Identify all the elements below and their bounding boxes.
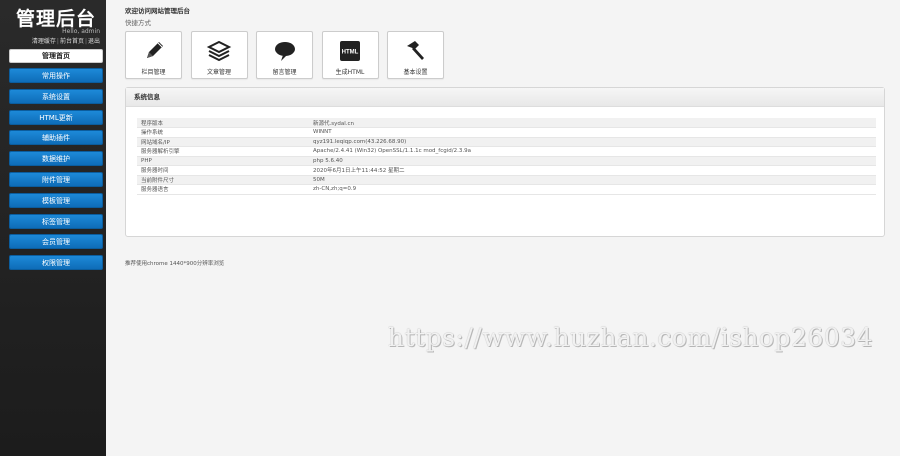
menu-item-common[interactable]: 常用操作 <box>9 68 103 83</box>
panel-title: 系统信息 <box>126 88 884 107</box>
quick-links: 栏目管理 文章管理 留言管理 HTML 生成HTML 基本设置 <box>125 31 453 79</box>
tile-label: 生成HTML <box>335 69 365 76</box>
sidebar: 管理后台 Hello, admin 清理缓存|前台首页|退出 管理首页 常用操作… <box>0 0 106 456</box>
tile-label: 栏目管理 <box>141 69 166 76</box>
menu-item-attachments[interactable]: 附件管理 <box>9 171 103 187</box>
tile-generate-html[interactable]: HTML 生成HTML <box>321 31 379 79</box>
quick-links-title: 快捷方式 <box>125 19 151 27</box>
info-key: 服务器语言 <box>137 184 309 195</box>
sidebar-menu: 常用操作 系统设置 HTML更新 辅助插件 数据维护 附件管理 模板管理 标签管… <box>9 68 103 276</box>
tile-columns[interactable]: 栏目管理 <box>125 31 182 79</box>
tile-basic-settings[interactable]: 基本设置 <box>387 31 444 79</box>
system-info-table: 程序版本 新源代.sydal.cn 操作系统 WINNT 网站域名/IP qyz191… <box>137 118 876 195</box>
comment-icon <box>274 42 295 61</box>
tile-label: 文章管理 <box>206 69 231 76</box>
hammer-icon <box>406 41 424 60</box>
table-row: 当前附件尺寸 50M <box>137 175 876 185</box>
info-key: PHP <box>137 156 309 166</box>
info-value: 新源代.sydal.cn <box>309 118 876 128</box>
menu-item-html-update[interactable]: HTML更新 <box>9 109 103 125</box>
menu-item-tags[interactable]: 标签管理 <box>9 213 103 229</box>
menu-item-home[interactable]: 管理首页 <box>9 49 103 63</box>
info-value: Apache/2.4.41 (Win32) OpenSSL/1.1.1c mod… <box>309 146 876 157</box>
main-content: 欢迎访问网站管理后台 快捷方式 栏目管理 文章管理 留言管理 HTML 生成HT… <box>106 0 900 456</box>
menu-item-templates[interactable]: 模板管理 <box>9 192 103 208</box>
info-key: 当前附件尺寸 <box>137 175 309 185</box>
pencil-icon <box>146 42 163 58</box>
menu-item-plugins[interactable]: 辅助插件 <box>9 130 103 146</box>
system-info-panel: 系统信息 程序版本 新源代.sydal.cn 操作系统 WINNT 网站域名/IP q… <box>125 87 885 237</box>
logout-link[interactable]: 退出 <box>88 38 100 45</box>
info-key: 程序版本 <box>137 118 309 128</box>
menu-item-data[interactable]: 数据维护 <box>9 151 103 167</box>
tile-articles[interactable]: 文章管理 <box>190 31 248 79</box>
stack-icon <box>206 40 232 62</box>
menu-item-settings[interactable]: 系统设置 <box>9 88 103 104</box>
footer-note: 推荐使用chrome 1440*900分辨率浏览 <box>125 261 225 267</box>
menu-item-permissions[interactable]: 权限管理 <box>9 255 103 271</box>
html-icon: HTML <box>340 41 360 61</box>
table-row: 程序版本 新源代.sydal.cn <box>137 118 876 128</box>
tile-label: 留言管理 <box>272 69 297 76</box>
info-value: php 5.6.40 <box>309 156 876 166</box>
info-value: WINNT <box>309 127 876 138</box>
link-separator: | <box>56 38 59 45</box>
table-row: 服务器时间 2020年6月1日上午11:44:52 星期二 <box>137 165 876 176</box>
table-row: 操作系统 WINNT <box>137 127 876 138</box>
top-links: 清理缓存|前台首页|退出 <box>32 36 100 45</box>
table-row: 服务器解析引擎 Apache/2.4.41 (Win32) OpenSSL/1.1… <box>137 146 876 157</box>
greeting: Hello, admin <box>62 28 100 35</box>
info-key: 网站域名/IP <box>137 137 309 147</box>
welcome-text: 欢迎访问网站管理后台 <box>125 7 190 15</box>
tile-label: 基本设置 <box>403 69 428 76</box>
table-row: PHP php 5.6.40 <box>137 156 876 166</box>
info-key: 服务器解析引擎 <box>137 146 309 157</box>
info-value: 2020年6月1日上午11:44:52 星期二 <box>309 165 876 176</box>
frontend-home-link[interactable]: 前台首页 <box>60 38 84 45</box>
info-value: zh-CN,zh;q=0.9 <box>309 184 876 195</box>
info-key: 操作系统 <box>137 127 309 138</box>
info-value: qyz191.leqiqp.com(43.226.68.90) <box>309 137 876 147</box>
watermark: https://www.huzhan.com/ishop26034 <box>388 323 874 352</box>
table-row: 网站域名/IP qyz191.leqiqp.com(43.226.68.90) <box>137 137 876 147</box>
brand-logo: 管理后台 <box>16 8 97 30</box>
clear-cache-link[interactable]: 清理缓存 <box>32 38 56 45</box>
menu-item-members[interactable]: 会员管理 <box>9 234 103 250</box>
info-key: 服务器时间 <box>137 165 309 176</box>
html-icon-text: HTML <box>342 50 359 56</box>
tile-messages[interactable]: 留言管理 <box>256 31 313 79</box>
link-separator: | <box>84 38 87 45</box>
table-row: 服务器语言 zh-CN,zh;q=0.9 <box>137 184 876 195</box>
info-value: 50M <box>309 175 876 185</box>
